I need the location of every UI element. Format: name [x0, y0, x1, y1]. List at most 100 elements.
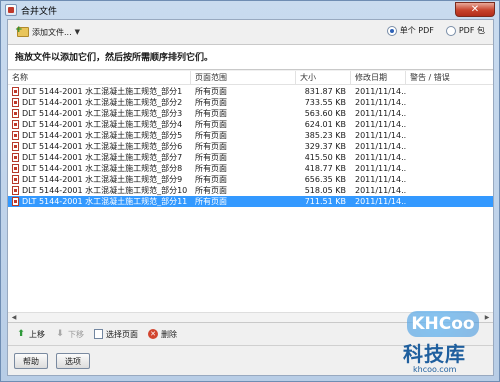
file-name-cell: DLT 5144-2001 水工混凝土施工规范_部分5 — [8, 130, 191, 141]
file-name: DLT 5144-2001 水工混凝土施工规范_部分7 — [22, 153, 183, 162]
file-row[interactable]: DLT 5144-2001 水工混凝土施工规范_部分10 所有页面 518.05 K… — [8, 185, 493, 196]
file-name: DLT 5144-2001 水工混凝土施工规范_部分5 — [22, 131, 183, 140]
move-up-button[interactable]: ⬆ 上移 — [16, 329, 45, 340]
arrow-down-icon: ⬇ — [56, 329, 64, 339]
file-rows: DLT 5144-2001 水工混凝土施工规范_部分1 所有页面 831.87 KB… — [8, 86, 493, 207]
modified-date-cell: 2011/11/14... — [355, 98, 406, 107]
pdf-file-icon — [12, 186, 19, 195]
radio-unchecked-icon — [445, 25, 456, 36]
instruction-text: 拖放文件以添加它们，然后按所需顺序排列它们。 — [8, 44, 493, 70]
delete-icon: ✕ — [148, 329, 158, 339]
pdf-file-icon — [12, 98, 19, 107]
file-row[interactable]: DLT 5144-2001 水工混凝土施工规范_部分1 所有页面 831.87 KB… — [8, 86, 493, 97]
file-name: DLT 5144-2001 水工混凝土施工规范_部分4 — [22, 120, 183, 129]
column-header-warnings[interactable]: 警告 / 错误 — [406, 71, 493, 85]
file-name: DLT 5144-2001 水工混凝土施工规范_部分11 — [22, 197, 188, 206]
arrow-up-icon: ⬆ — [17, 329, 25, 339]
size-cell: 415.50 KB — [304, 153, 346, 162]
delete-button[interactable]: ✕ 删除 — [148, 329, 177, 340]
column-header-name[interactable]: 名称 — [8, 71, 191, 85]
page-range-cell: 所有页面 — [195, 109, 227, 118]
column-header-modified[interactable]: 修改日期 — [351, 71, 406, 85]
page-range-cell: 所有页面 — [195, 131, 227, 140]
file-name-cell: DLT 5144-2001 水工混凝土施工规范_部分2 — [8, 97, 191, 108]
add-folder-icon — [15, 25, 29, 37]
file-row[interactable]: DLT 5144-2001 水工混凝土施工规范_部分6 所有页面 329.37 KB… — [8, 141, 493, 152]
file-name-cell: DLT 5144-2001 水工混凝土施工规范_部分7 — [8, 152, 191, 163]
file-name-cell: DLT 5144-2001 水工混凝土施工规范_部分9 — [8, 174, 191, 185]
pdf-file-icon — [12, 175, 19, 184]
size-cell: 518.05 KB — [304, 186, 346, 195]
file-name-cell: DLT 5144-2001 水工混凝土施工规范_部分6 — [8, 141, 191, 152]
modified-date-cell: 2011/11/14... — [355, 109, 406, 118]
file-name: DLT 5144-2001 水工混凝土施工规范_部分10 — [22, 186, 188, 195]
page-range-cell: 所有页面 — [195, 98, 227, 107]
size-cell: 831.87 KB — [304, 87, 346, 96]
select-pages-label: 选择页面 — [106, 329, 138, 339]
file-row[interactable]: DLT 5144-2001 水工混凝土施工规范_部分3 所有页面 563.60 KB… — [8, 108, 493, 119]
column-header-size[interactable]: 大小 — [296, 71, 351, 85]
file-name-cell: DLT 5144-2001 水工混凝土施工规范_部分11 — [8, 196, 191, 207]
file-name: DLT 5144-2001 水工混凝土施工规范_部分8 — [22, 164, 183, 173]
page-range-cell: 所有页面 — [195, 197, 227, 206]
toolbar: 添加文件... ▼ 单个 PDF PDF 包 — [8, 20, 493, 44]
file-name: DLT 5144-2001 水工混凝土施工规范_部分1 — [22, 87, 183, 96]
add-files-button[interactable]: 添加文件... ▼ — [14, 23, 83, 41]
file-row[interactable]: DLT 5144-2001 水工混凝土施工规范_部分9 所有页面 656.35 KB… — [8, 174, 493, 185]
page-range-cell: 所有页面 — [195, 87, 227, 96]
watermark-site-name: 科技库 — [403, 342, 466, 366]
radio-single-pdf[interactable]: 单个 PDF — [386, 25, 434, 36]
file-row[interactable]: DLT 5144-2001 水工混凝土施工规范_部分8 所有页面 418.77 KB… — [8, 163, 493, 174]
size-cell: 733.55 KB — [304, 98, 346, 107]
file-row[interactable]: DLT 5144-2001 水工混凝土施工规范_部分4 所有页面 624.01 KB… — [8, 119, 493, 130]
window-title: 合并文件 — [21, 6, 58, 17]
move-down-button[interactable]: ⬇ 下移 — [55, 329, 84, 340]
add-files-label: 添加文件... — [32, 27, 72, 37]
close-icon: ✕ — [470, 4, 480, 15]
pdf-file-icon — [12, 197, 19, 206]
help-button[interactable]: 帮助 — [14, 353, 48, 369]
chevron-down-icon: ▼ — [74, 28, 81, 36]
size-cell: 385.23 KB — [304, 131, 346, 140]
options-button[interactable]: 选项 — [56, 353, 90, 369]
radio-single-pdf-label: 单个 PDF — [399, 26, 434, 35]
file-name: DLT 5144-2001 水工混凝土施工规范_部分9 — [22, 175, 183, 184]
page-range-cell: 所有页面 — [195, 142, 227, 151]
page-icon — [94, 329, 103, 339]
app-icon — [5, 4, 17, 16]
size-cell: 329.37 KB — [304, 142, 346, 151]
page-range-cell: 所有页面 — [195, 175, 227, 184]
column-header-page-range[interactable]: 页面范围 — [191, 71, 296, 85]
pdf-file-icon — [12, 131, 19, 140]
pdf-file-icon — [12, 153, 19, 162]
file-row[interactable]: DLT 5144-2001 水工混凝土施工规范_部分7 所有页面 415.50 KB… — [8, 152, 493, 163]
title-bar: 合并文件 ✕ — [1, 1, 500, 19]
file-list[interactable]: 名称 页面范围 大小 修改日期 警告 / 错误 DLT 5144-2001 水工… — [8, 71, 493, 323]
size-cell: 711.51 KB — [304, 197, 346, 206]
list-header: 名称 页面范围 大小 修改日期 警告 / 错误 — [8, 71, 493, 85]
radio-pdf-package[interactable]: PDF 包 — [445, 25, 485, 36]
watermark: KHCoo 科技库 khcoo.com — [397, 311, 497, 379]
pdf-file-icon — [12, 109, 19, 118]
modified-date-cell: 2011/11/14... — [355, 153, 406, 162]
close-button[interactable]: ✕ — [455, 2, 495, 17]
file-row[interactable]: DLT 5144-2001 水工混凝土施工规范_部分11 所有页面 711.51 K… — [8, 196, 493, 207]
file-name-cell: DLT 5144-2001 水工混凝土施工规范_部分10 — [8, 185, 191, 196]
size-cell: 656.35 KB — [304, 175, 346, 184]
move-down-label: 下移 — [68, 329, 84, 339]
file-name: DLT 5144-2001 水工混凝土施工规范_部分3 — [22, 109, 183, 118]
file-row[interactable]: DLT 5144-2001 水工混凝土施工规范_部分5 所有页面 385.23 KB… — [8, 130, 493, 141]
delete-label: 删除 — [161, 329, 177, 339]
page-range-cell: 所有页面 — [195, 153, 227, 162]
file-name-cell: DLT 5144-2001 水工混凝土施工规范_部分1 — [8, 86, 191, 97]
file-row[interactable]: DLT 5144-2001 水工混凝土施工规范_部分2 所有页面 733.55 KB… — [8, 97, 493, 108]
output-type-group: 单个 PDF PDF 包 — [386, 25, 485, 36]
file-name-cell: DLT 5144-2001 水工混凝土施工规范_部分4 — [8, 119, 191, 130]
modified-date-cell: 2011/11/14... — [355, 142, 406, 151]
modified-date-cell: 2011/11/14... — [355, 120, 406, 129]
scroll-left-icon[interactable]: ◀ — [9, 314, 19, 322]
select-pages-button[interactable]: 选择页面 — [94, 329, 138, 340]
modified-date-cell: 2011/11/14... — [355, 164, 406, 173]
modified-date-cell: 2011/11/14... — [355, 87, 406, 96]
radio-checked-icon — [386, 25, 397, 36]
